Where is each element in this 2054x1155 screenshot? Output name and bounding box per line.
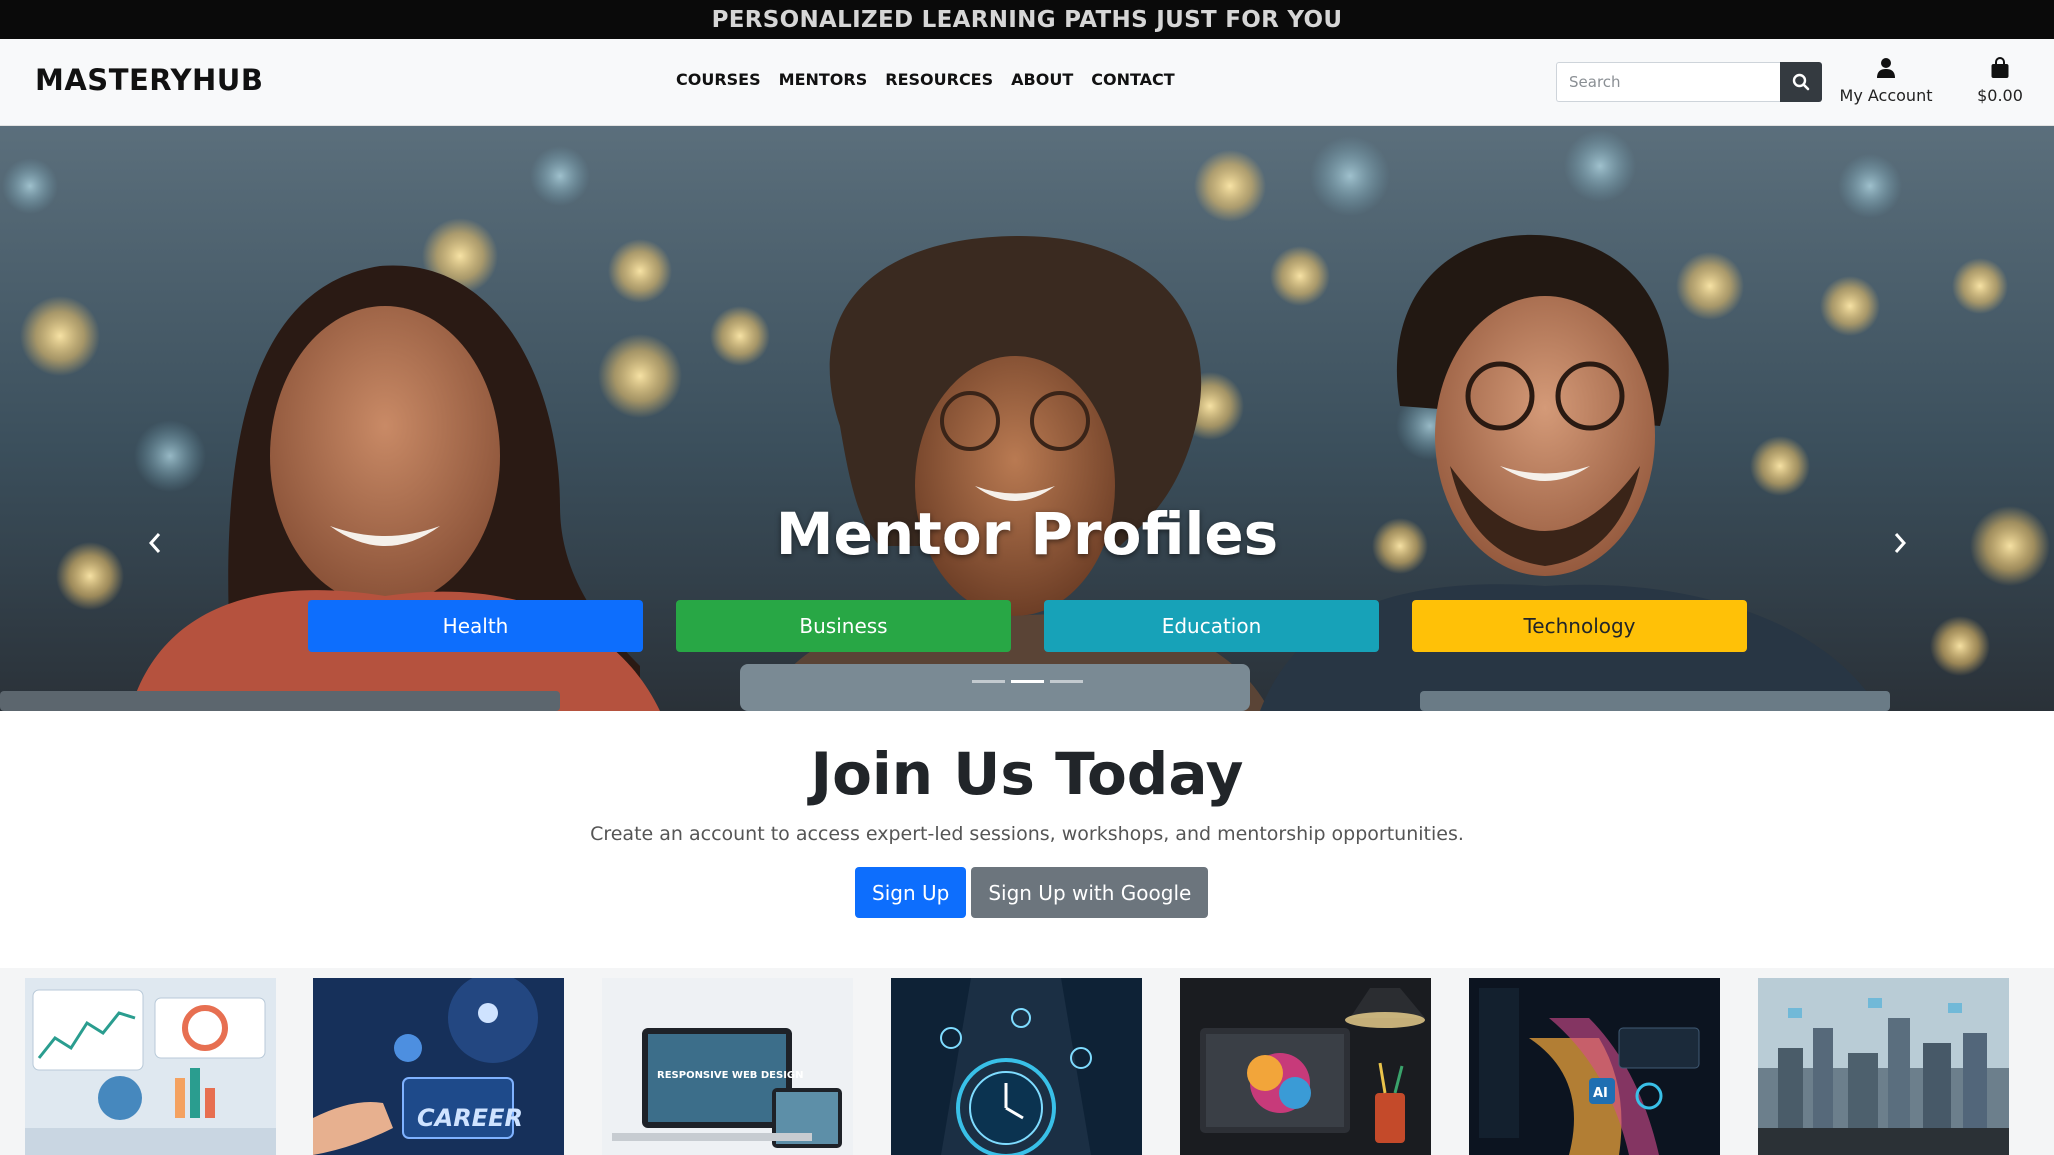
join-subtitle: Create an account to access expert-led s… (590, 823, 1464, 845)
brand-logo[interactable]: MASTERYHUB (35, 63, 263, 97)
category-education-button[interactable]: Education (1044, 600, 1379, 652)
carousel-indicator-active[interactable] (1011, 680, 1044, 683)
career-image[interactable]: CAREER (313, 978, 564, 1155)
top-banner-text: PERSONALIZED LEARNING PATHS JUST FOR YOU (711, 6, 1343, 33)
main-nav: COURSES MENTORS RESOURCES ABOUT CONTACT (676, 70, 1193, 89)
hero-title: Mentor Profiles (775, 500, 1279, 568)
sign-up-google-button[interactable]: Sign Up with Google (971, 867, 1209, 918)
city-network-image[interactable] (1758, 978, 2009, 1155)
carousel-indicators (972, 680, 1083, 683)
career-caption: CAREER (417, 1104, 523, 1132)
my-account-label: My Account (1839, 86, 1933, 105)
user-icon (1877, 58, 1895, 78)
nav-item-mentors[interactable]: MENTORS (779, 70, 868, 89)
top-banner: PERSONALIZED LEARNING PATHS JUST FOR YOU (0, 0, 2054, 39)
search-input[interactable] (1556, 62, 1780, 102)
category-business-button[interactable]: Business (676, 600, 1011, 652)
cart-total: $0.00 (1977, 86, 2023, 105)
shopping-bag-icon (1991, 57, 2009, 78)
ai-data-image[interactable]: AI (1469, 978, 1720, 1155)
creative-workspace-image[interactable] (1180, 978, 1431, 1155)
search-button[interactable] (1780, 62, 1822, 102)
join-buttons: Sign Up Sign Up with Google (855, 867, 1209, 918)
category-technology-button[interactable]: Technology (1412, 600, 1747, 652)
responsive-caption: RESPONSIVE WEB DESIGN (657, 1070, 804, 1081)
category-health-button[interactable]: Health (308, 600, 643, 652)
sign-up-button[interactable]: Sign Up (855, 867, 967, 918)
search-form (1556, 62, 1822, 102)
nav-item-resources[interactable]: RESOURCES (885, 70, 993, 89)
carousel-indicator[interactable] (972, 680, 1005, 683)
join-title: Join Us Today (810, 740, 1244, 808)
hero-carousel: Mentor Profiles Health Business Educatio… (0, 126, 2054, 711)
analytics-dashboard-image[interactable] (25, 978, 276, 1155)
responsive-web-design-image[interactable]: RESPONSIVE WEB DESIGN (602, 978, 853, 1155)
nav-item-contact[interactable]: CONTACT (1091, 70, 1174, 89)
carousel-indicator[interactable] (1050, 680, 1083, 683)
nav-item-courses[interactable]: COURSES (676, 70, 761, 89)
navbar: MASTERYHUB COURSES MENTORS RESOURCES ABO… (0, 39, 2054, 126)
ai-caption: AI (1593, 1086, 1608, 1101)
time-management-image[interactable] (891, 978, 1142, 1155)
search-icon (1792, 73, 1810, 91)
my-account-link[interactable]: My Account (1836, 57, 1936, 105)
nav-item-about[interactable]: ABOUT (1011, 70, 1073, 89)
cart-link[interactable]: $0.00 (1970, 57, 2030, 105)
